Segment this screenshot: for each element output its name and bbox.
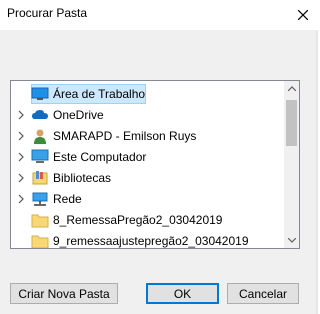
computer-icon: [31, 149, 49, 163]
scroll-down-button[interactable]: [284, 233, 299, 248]
tree-item-label: Este Computador: [53, 150, 147, 164]
library-icon: [32, 171, 48, 185]
close-button[interactable]: [287, 0, 318, 30]
tree-item-label: Rede: [53, 192, 82, 206]
cancel-button[interactable]: Cancelar: [227, 283, 299, 304]
tree-item-computer[interactable]: Este Computador: [11, 147, 284, 167]
folder-tree[interactable]: Área de Trabalho OneDrive SMARAPD - Emil…: [10, 80, 300, 249]
tree-item-label: Bibliotecas: [53, 171, 112, 185]
dialog-title: Procurar Pasta: [7, 6, 88, 20]
tree-item-folder[interactable]: 8_RemessaPregão2_03042019: [11, 210, 284, 230]
scroll-up-button[interactable]: [284, 81, 299, 96]
tree-item-folder[interactable]: 9_remessaajustepregão2_03042019: [11, 231, 284, 248]
chevron-down-icon: [287, 238, 296, 243]
ok-button[interactable]: OK: [146, 283, 219, 304]
chevron-right-icon[interactable]: [16, 173, 26, 183]
chevron-right-icon[interactable]: [16, 152, 26, 162]
scroll-thumb[interactable]: [286, 100, 297, 146]
window-edge: [316, 30, 318, 314]
title-bar: Procurar Pasta: [0, 0, 318, 30]
tree-item-label: OneDrive: [53, 108, 104, 122]
network-icon: [32, 192, 48, 206]
tree-item-label: SMARAPD - Emilson Ruys: [53, 129, 197, 143]
tree-item-desktop[interactable]: Área de Trabalho: [11, 84, 284, 104]
user-icon: [34, 129, 46, 144]
tree-item-user[interactable]: SMARAPD - Emilson Ruys: [11, 126, 284, 146]
vertical-scrollbar[interactable]: [284, 81, 299, 248]
chevron-right-icon[interactable]: [16, 110, 26, 120]
chevron-right-icon[interactable]: [16, 194, 26, 204]
desktop-icon: [31, 87, 49, 100]
tree-item-label: 8_RemessaPregão2_03042019: [53, 213, 223, 227]
tree-item-libraries[interactable]: Bibliotecas: [11, 168, 284, 188]
cloud-icon: [32, 110, 48, 119]
new-folder-button[interactable]: Criar Nova Pasta: [10, 283, 118, 304]
browse-folder-dialog: Procurar Pasta Área de Trabalho OneDrive: [0, 0, 318, 314]
folder-icon: [31, 214, 49, 228]
tree-item-network[interactable]: Rede: [11, 189, 284, 209]
folder-icon: [31, 235, 49, 248]
tree-item-label: 9_remessaajustepregão2_03042019: [53, 234, 249, 248]
chevron-right-icon[interactable]: [16, 131, 26, 141]
tree-item-label: Área de Trabalho: [53, 87, 146, 101]
chevron-up-icon: [287, 86, 296, 91]
tree-item-onedrive[interactable]: OneDrive: [11, 105, 284, 125]
close-icon: [297, 10, 308, 20]
